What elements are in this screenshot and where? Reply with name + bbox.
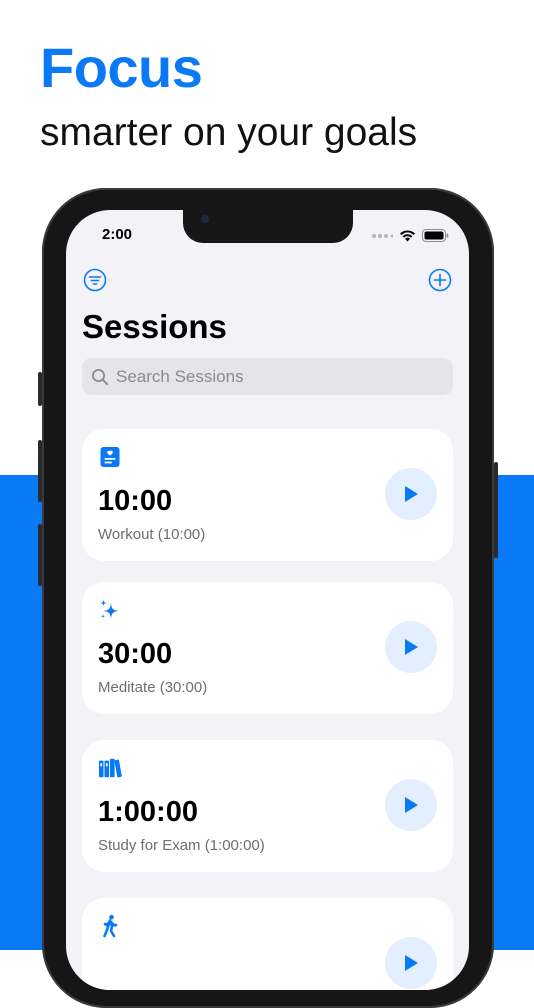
play-button[interactable]: [385, 779, 437, 831]
wifi-icon: [400, 229, 415, 241]
filter-circle-icon[interactable]: [83, 268, 107, 292]
search-input[interactable]: [114, 365, 438, 388]
phone-volume-down: [38, 524, 42, 586]
page-title: Sessions: [82, 308, 227, 345]
notch: [183, 210, 353, 243]
status-indicators: [371, 229, 449, 242]
id-card-icon: [100, 447, 120, 467]
search-icon: [92, 368, 109, 385]
signal-dots-icon: [372, 233, 393, 238]
session-label: Meditate (30:00): [98, 679, 208, 696]
session-duration: 1:00:00: [98, 796, 198, 828]
play-icon: [405, 797, 418, 813]
battery-icon: [422, 229, 449, 242]
phone-volume-up: [38, 440, 42, 502]
subheadline: smarter on your goals: [40, 111, 418, 154]
status-time: 2:00: [102, 226, 133, 243]
play-button[interactable]: [385, 937, 437, 989]
play-button[interactable]: [385, 468, 437, 520]
session-card[interactable]: 30:00 Meditate (30:00): [82, 582, 453, 714]
phone-screen: 2:00 Sessions Search Sessions 10:00 Work…: [66, 210, 469, 990]
play-icon: [405, 486, 418, 502]
play-icon: [405, 955, 418, 971]
play-icon: [405, 639, 418, 655]
session-card[interactable]: [82, 898, 453, 990]
sparkles-icon: [100, 599, 119, 619]
session-duration: 30:00: [98, 638, 173, 670]
walking-figure-icon: [103, 914, 118, 938]
session-label: Study for Exam (1:00:00): [98, 837, 265, 854]
phone-power-button: [494, 462, 498, 558]
session-card[interactable]: 10:00 Workout (10:00): [82, 429, 453, 561]
session-label: Workout (10:00): [98, 526, 206, 543]
session-card[interactable]: 1:00:00 Study for Exam (1:00:00): [82, 740, 453, 872]
books-icon: [98, 758, 122, 778]
search-bar[interactable]: [82, 358, 453, 395]
headline: Focus: [40, 36, 203, 99]
play-button[interactable]: [385, 621, 437, 673]
session-duration: 10:00: [98, 485, 173, 517]
front-camera: [201, 215, 209, 223]
phone-side-button: [38, 372, 42, 406]
plus-circle-icon[interactable]: [428, 268, 452, 292]
